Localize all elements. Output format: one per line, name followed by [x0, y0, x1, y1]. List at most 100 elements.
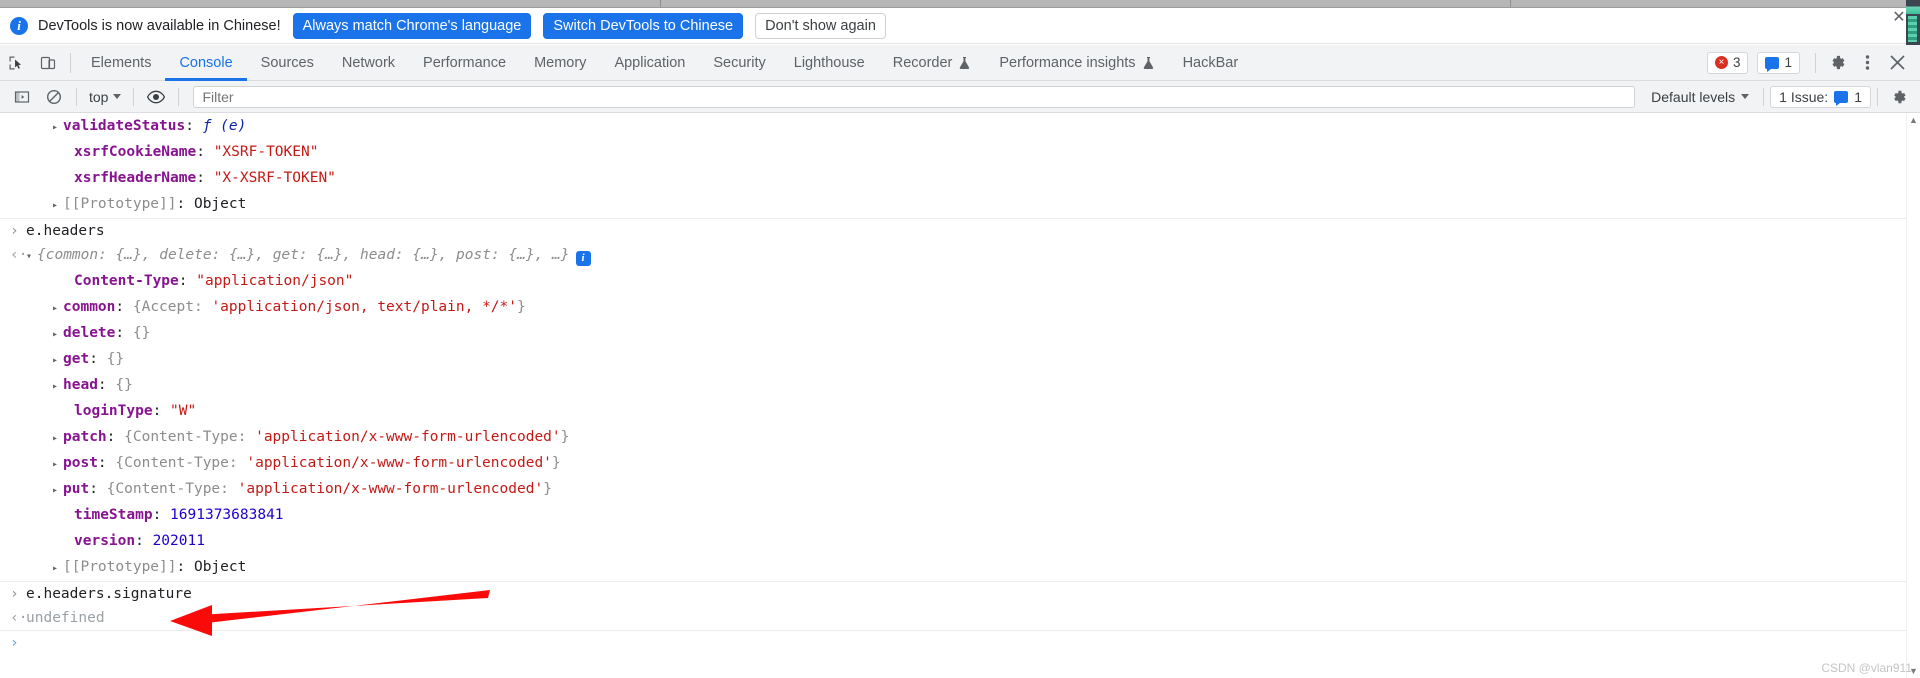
console-property-row[interactable]: ▸ post: {Content-Type: 'application/x-www… — [0, 451, 1920, 477]
execution-context-selector[interactable]: top — [83, 89, 127, 105]
console-output[interactable]: ▸ validateStatus: ƒ (e) xsrfCookieName: "… — [0, 114, 1920, 678]
tab-lighthouse[interactable]: Lighthouse — [780, 45, 879, 81]
tab-elements[interactable]: Elements — [77, 45, 165, 81]
object-preview[interactable]: {common: {…}, delete: {…}, get: {…}, hea… — [37, 247, 570, 263]
tab-label: Performance — [423, 54, 507, 71]
expand-triangle-icon[interactable]: ▸ — [52, 323, 63, 347]
console-property-row[interactable]: ▸ [[Prototype]]: Object — [0, 192, 1920, 218]
log-levels-selector[interactable]: Default levels — [1643, 89, 1757, 105]
tab-label: Performance insights — [999, 54, 1136, 71]
message-icon — [1765, 56, 1780, 72]
device-toolbar-icon[interactable] — [32, 48, 64, 78]
info-icon: i — [10, 16, 28, 35]
property-value: "XSRF-TOKEN" — [213, 144, 319, 160]
console-property-row[interactable]: ▸ get: {} — [0, 347, 1920, 373]
tab-application[interactable]: Application — [600, 45, 699, 81]
brace-open: { — [115, 455, 125, 471]
property-separator: : — [135, 533, 153, 549]
console-output-row[interactable]: ‹·▾ {common: {…}, delete: {…}, get: {…}, … — [0, 243, 1920, 269]
tab-sources[interactable]: Sources — [247, 45, 328, 81]
console-property-row[interactable]: version: 202011 — [0, 529, 1920, 555]
info-icon[interactable]: i — [575, 251, 591, 266]
tabbar-divider — [1815, 52, 1816, 73]
console-sidebar-icon[interactable] — [6, 82, 38, 112]
console-input-row[interactable]: › e.headers — [0, 218, 1920, 243]
expand-triangle-icon[interactable]: ▸ — [52, 297, 63, 321]
expand-triangle-icon[interactable]: ▸ — [52, 349, 63, 373]
console-property-row[interactable]: ▸ delete: {} — [0, 321, 1920, 347]
property-separator: : — [196, 170, 214, 186]
triangle-spacer — [63, 531, 74, 555]
message-count-badge[interactable]: 1 — [1757, 51, 1800, 74]
dont-show-again-button[interactable]: Don't show again — [755, 12, 886, 39]
screen-edge-artifact — [1906, 0, 1920, 46]
inner-value: 'application/x-www-form-urlencoded' — [237, 481, 544, 497]
tabbar-actions: × 3 1 — [1706, 48, 1920, 78]
console-prompt-row[interactable]: › — [0, 630, 1920, 655]
expand-triangle-icon[interactable]: ▸ — [52, 194, 63, 218]
issues-label: 1 Issue: — [1779, 88, 1829, 105]
inspect-element-icon[interactable] — [0, 48, 32, 78]
console-property-row[interactable]: xsrfCookieName: "XSRF-TOKEN" — [0, 140, 1920, 166]
close-icon[interactable] — [1882, 48, 1912, 78]
tab-recorder[interactable]: Recorder — [879, 45, 986, 81]
error-count-badge[interactable]: × 3 — [1706, 51, 1749, 74]
tab-network[interactable]: Network — [328, 45, 409, 81]
tab-performance[interactable]: Performance — [409, 45, 520, 81]
inner-separator: : — [228, 455, 247, 471]
brace-open: { — [132, 299, 142, 315]
gear-icon[interactable] — [1822, 48, 1852, 78]
tab-memory[interactable]: Memory — [520, 45, 600, 81]
console-property-row[interactable]: Content-Type: "application/json" — [0, 269, 1920, 295]
console-property-row[interactable]: ▸ validateStatus: ƒ (e) — [0, 114, 1920, 140]
console-property-row[interactable]: ▸ [[Prototype]]: Object — [0, 555, 1920, 581]
expand-triangle-icon[interactable]: ▸ — [52, 427, 63, 451]
console-property-row[interactable]: ▸ common: {Accept: 'application/json, tex… — [0, 295, 1920, 321]
inner-separator: : — [193, 299, 212, 315]
triangle-spacer — [63, 168, 74, 192]
property-separator: : — [115, 299, 133, 315]
expand-triangle-icon[interactable]: ▸ — [52, 453, 63, 477]
error-count: 3 — [1732, 55, 1741, 70]
more-options-icon[interactable] — [1852, 48, 1882, 78]
clear-console-icon[interactable] — [38, 82, 70, 112]
tab-label: Network — [341, 54, 396, 71]
tab-label: HackBar — [1182, 54, 1239, 71]
console-property-row[interactable]: ▸ patch: {Content-Type: 'application/x-ww… — [0, 425, 1920, 451]
expand-triangle-icon[interactable]: ▸ — [52, 116, 63, 140]
error-icon: × — [1714, 56, 1728, 69]
switch-devtools-language-button[interactable]: Switch DevTools to Chinese — [543, 12, 744, 39]
console-output-row[interactable]: ‹·undefined — [0, 606, 1920, 630]
property-separator: : — [196, 144, 214, 160]
console-property-row[interactable]: loginType: "W" — [0, 399, 1920, 425]
scroll-up-icon[interactable]: ▲ — [1909, 116, 1918, 125]
console-scrollbar[interactable]: ▲ ▼ — [1906, 114, 1920, 678]
tabbar-divider — [70, 52, 71, 73]
always-match-language-button[interactable]: Always match Chrome's language — [292, 12, 532, 39]
expand-triangle-icon[interactable]: ▸ — [52, 375, 63, 399]
tab-security[interactable]: Security — [699, 45, 779, 81]
filter-input[interactable] — [193, 85, 1636, 108]
banner-close-icon[interactable]: ✕ — [1891, 10, 1907, 26]
console-property-row[interactable]: ▸ head: {} — [0, 373, 1920, 399]
tab-performance-insights[interactable]: Performance insights — [985, 45, 1168, 81]
property-key: head — [63, 377, 98, 393]
brace-close: } — [517, 299, 526, 315]
collapse-triangle-icon[interactable]: ▾ — [26, 245, 37, 269]
live-expression-icon[interactable] — [140, 82, 172, 112]
tab-console[interactable]: Console — [165, 45, 246, 81]
console-property-row[interactable]: timeStamp: 1691373683841 — [0, 503, 1920, 529]
console-property-row[interactable]: xsrfHeaderName: "X-XSRF-TOKEN" — [0, 166, 1920, 192]
property-separator: : — [89, 481, 107, 497]
expand-triangle-icon[interactable]: ▸ — [52, 557, 63, 581]
property-key: patch — [63, 429, 107, 445]
issues-badge[interactable]: 1 Issue: 1 — [1770, 85, 1871, 108]
expand-triangle-icon[interactable]: ▸ — [52, 479, 63, 503]
experiment-flask-icon — [1142, 56, 1155, 70]
console-settings-gear-icon[interactable] — [1884, 82, 1914, 112]
property-key: post — [63, 455, 98, 471]
tab-label: Recorder — [892, 54, 953, 71]
console-property-row[interactable]: ▸ put: {Content-Type: 'application/x-www-… — [0, 477, 1920, 503]
tab-hackbar[interactable]: HackBar — [1169, 45, 1253, 81]
console-input-row[interactable]: › e.headers.signature — [0, 581, 1920, 606]
